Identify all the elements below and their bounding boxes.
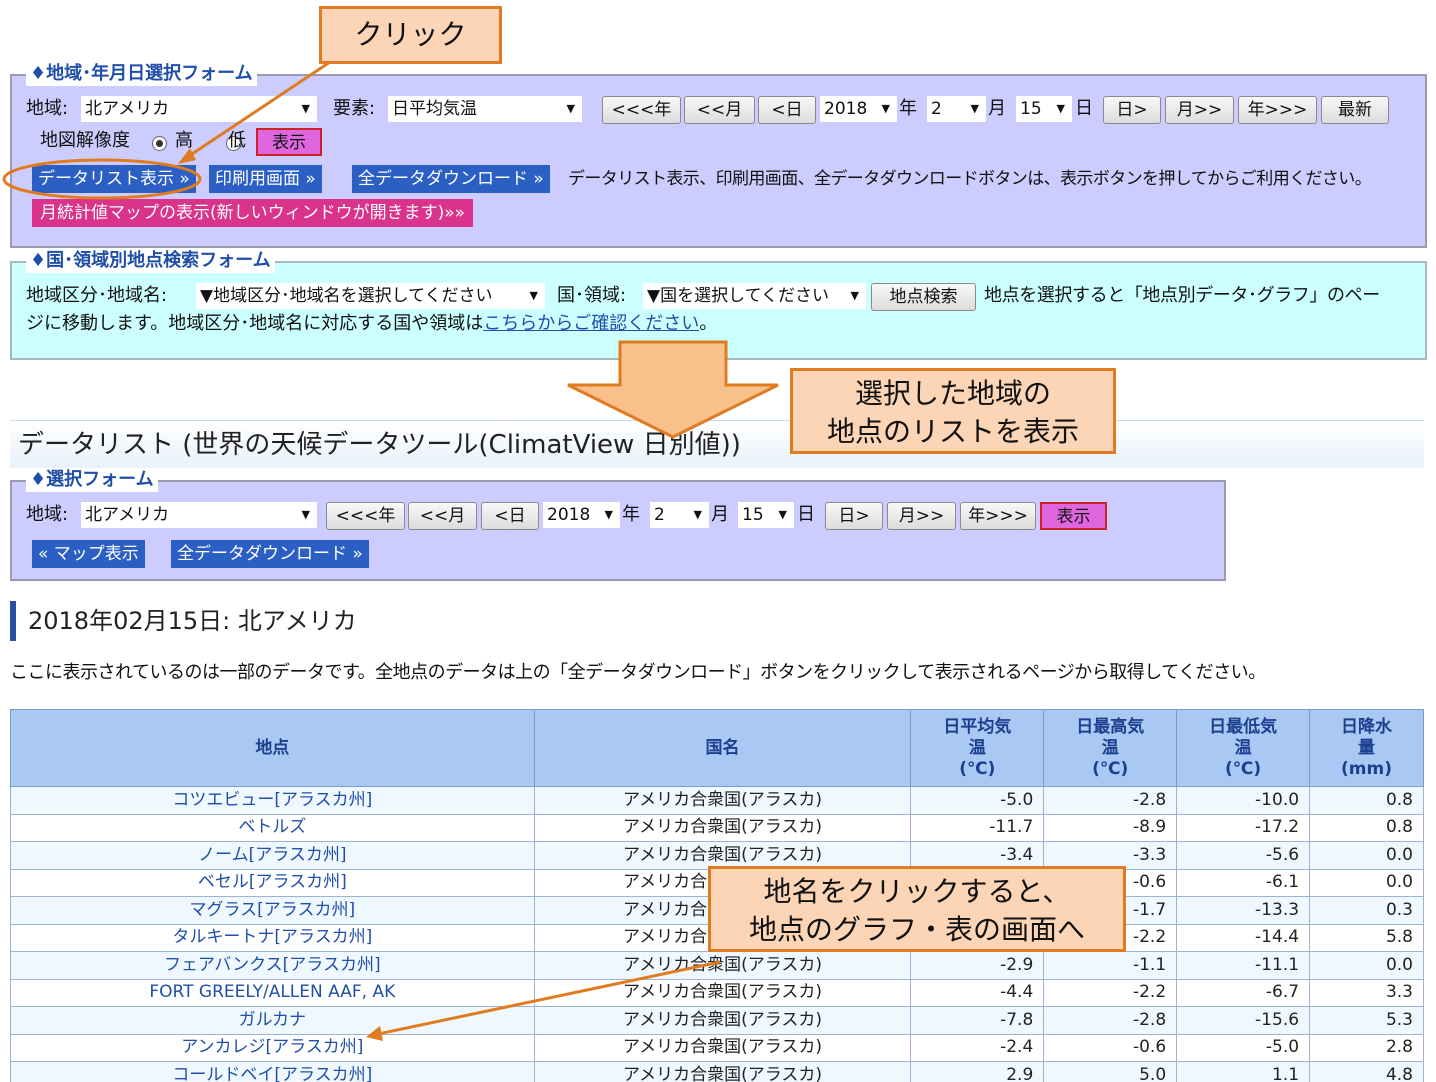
- show-list-callout-line1: 選択した地域の: [854, 377, 1051, 410]
- click-pointer-line: [185, 60, 331, 160]
- show-list-callout-line2: 地点のリストを表示: [826, 415, 1079, 448]
- click-pointer-arrowhead: [178, 148, 196, 164]
- station-click-callout-line1: 地名をクリックすると、: [763, 875, 1071, 908]
- down-arrow-icon: [567, 340, 779, 439]
- station-click-callout-line2: 地点のグラフ・表の画面へ: [748, 913, 1085, 946]
- station-click-callout: 地名をクリックすると、 地点のグラフ・表の画面へ: [708, 866, 1126, 952]
- click-callout-text: クリック: [354, 18, 467, 51]
- station-pointer-line: [377, 960, 721, 1036]
- show-list-callout: 選択した地域の 地点のリストを表示: [790, 368, 1116, 454]
- station-pointer-arrowhead: [366, 1026, 383, 1041]
- click-callout: クリック: [319, 6, 502, 64]
- highlight-ellipse: [2, 158, 202, 200]
